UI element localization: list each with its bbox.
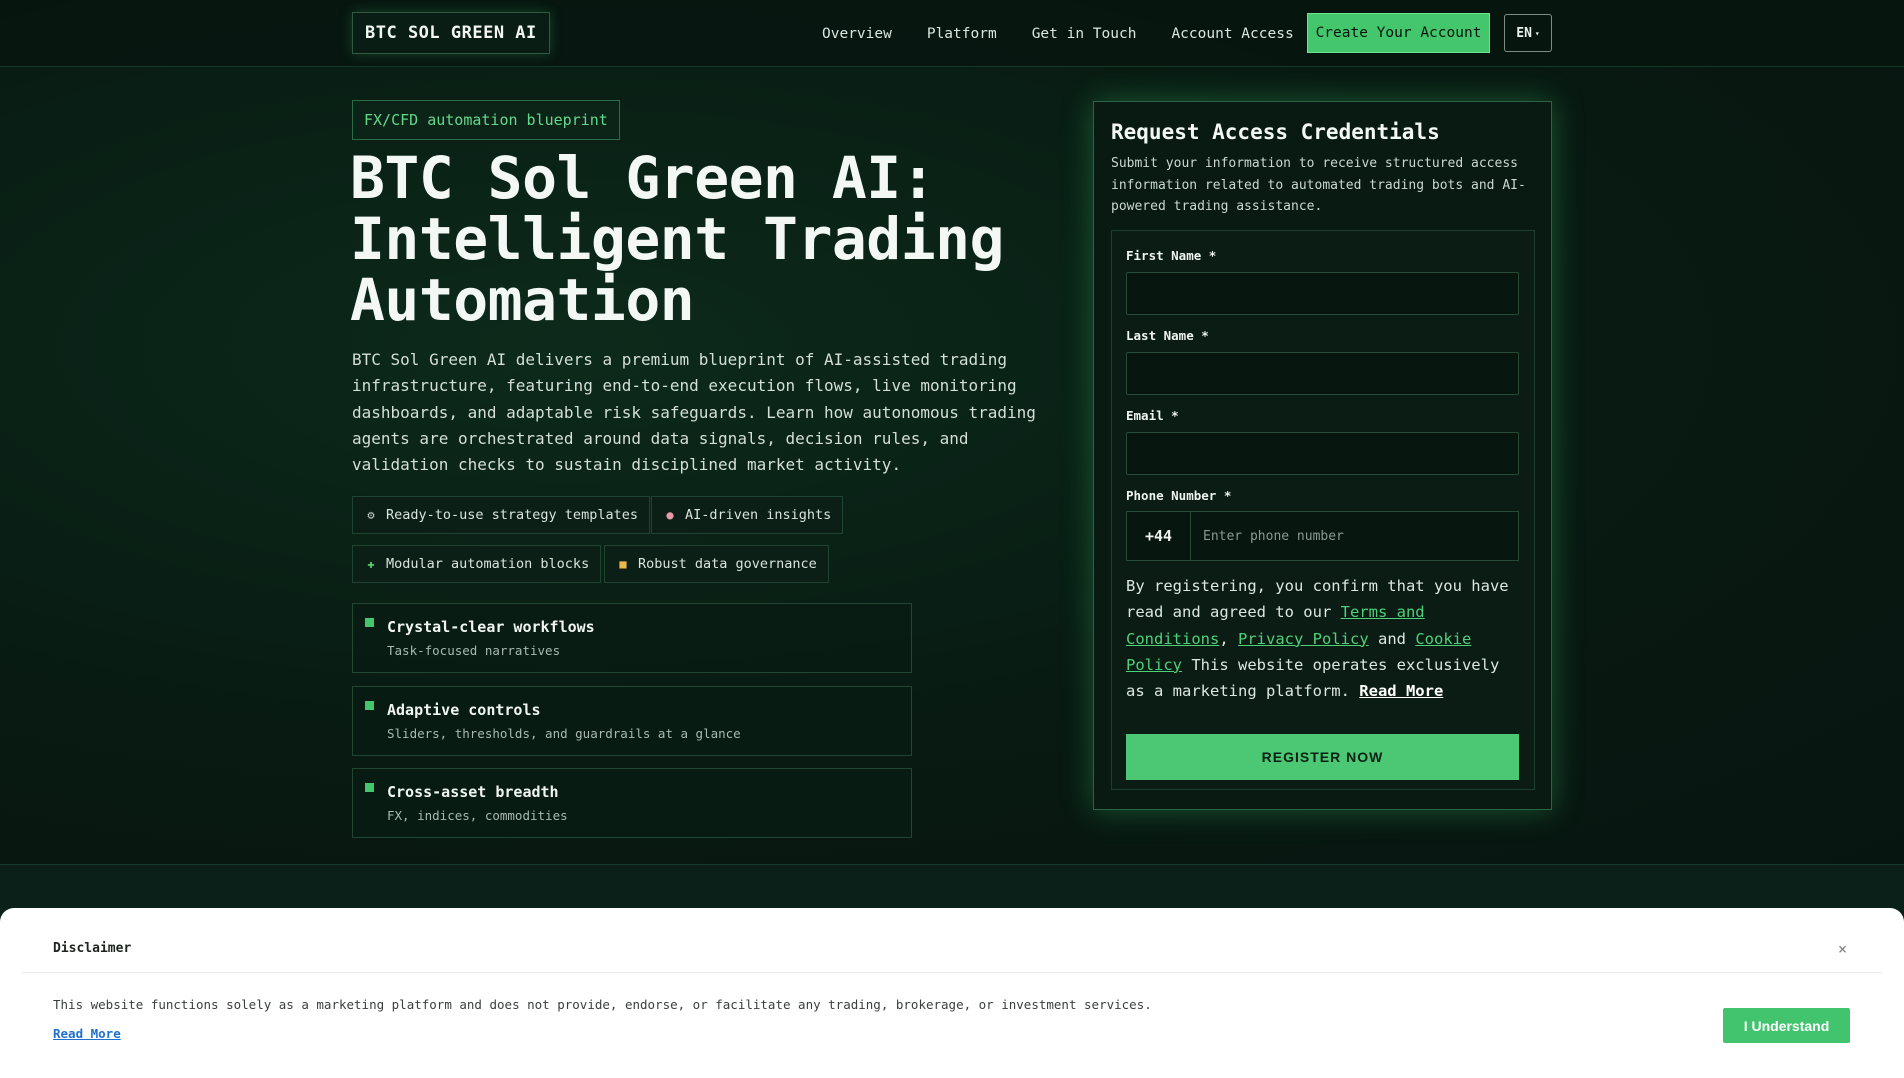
first-name-label: First Name * <box>1126 248 1217 263</box>
create-account-button[interactable]: Create Your Account <box>1307 13 1490 53</box>
chip-data-governance: ■ Robust data governance <box>604 545 829 583</box>
site-logo[interactable]: BTC SOL GREEN AI <box>352 12 550 54</box>
hero-description: BTC Sol Green AI delivers a premium blue… <box>352 350 1036 475</box>
feature-title: Adaptive controls <box>387 701 541 719</box>
hero-title-line: Intelligent Trading <box>350 205 1004 273</box>
phone-field-group: +44 <box>1126 511 1519 561</box>
first-name-field[interactable] <box>1126 272 1519 315</box>
chip-label: AI-driven insights <box>685 507 832 523</box>
chip-label: Modular automation blocks <box>386 556 590 572</box>
chip-ai-insights: ● AI-driven insights <box>651 496 844 534</box>
language-selector[interactable]: EN ▾ <box>1504 14 1552 52</box>
puzzle-icon: ✚ <box>367 557 375 571</box>
chip-label: Ready-to-use strategy templates <box>386 507 638 523</box>
consent-intro: By registering, you confirm that you hav… <box>1126 577 1509 622</box>
hero-title: BTC Sol Green AI: Intelligent Trading Au… <box>350 148 1050 331</box>
nav-overview[interactable]: Overview <box>822 26 892 42</box>
chip-label: Robust data governance <box>638 556 817 572</box>
close-icon[interactable]: × <box>1838 940 1847 958</box>
registration-panel: Request Access Credentials Submit your i… <box>1093 101 1552 810</box>
consent-and: and <box>1368 629 1416 648</box>
lock-icon: ■ <box>619 557 627 571</box>
disclaimer-banner: Disclaimer × This website functions sole… <box>0 908 1904 1078</box>
feature-subtitle: Sliders, thresholds, and guardrails at a… <box>387 726 741 741</box>
feature-card: Adaptive controls Sliders, thresholds, a… <box>352 686 912 756</box>
divider <box>22 972 1882 973</box>
last-name-field[interactable] <box>1126 352 1519 395</box>
chip-automation-blocks: ✚ Modular automation blocks <box>352 545 602 583</box>
disclaimer-title: Disclaimer <box>53 941 132 956</box>
chip-strategy-templates: ⚙ Ready-to-use strategy templates <box>352 496 650 534</box>
hero-badge: FX/CFD automation blueprint <box>352 100 620 140</box>
hero-title-line: BTC Sol Green AI: <box>350 144 936 212</box>
disclaimer-read-more-link[interactable]: Read More <box>53 1026 121 1041</box>
email-field[interactable] <box>1126 432 1519 475</box>
last-name-label: Last Name * <box>1126 328 1209 343</box>
form-subtitle: Submit your information to receive struc… <box>1111 156 1526 214</box>
feature-title: Cross-asset breadth <box>387 783 559 801</box>
language-label: EN <box>1516 25 1532 41</box>
feature-card: Crystal-clear workflows Task-focused nar… <box>352 603 912 673</box>
consent-separator: , <box>1219 629 1238 648</box>
nav-get-in-touch[interactable]: Get in Touch <box>1032 26 1137 42</box>
bullet-square-icon <box>365 618 374 627</box>
bullet-square-icon <box>365 701 374 710</box>
nav-platform[interactable]: Platform <box>927 26 997 42</box>
form-title: Request Access Credentials <box>1111 120 1440 144</box>
phone-country-code[interactable]: +44 <box>1127 512 1191 560</box>
feature-card: Cross-asset breadth FX, indices, commodi… <box>352 768 912 838</box>
nav-account-access[interactable]: Account Access <box>1171 26 1293 42</box>
brain-icon: ● <box>666 508 674 522</box>
registration-form: First Name * Last Name * Email * Phone N… <box>1111 230 1535 790</box>
privacy-policy-link[interactable]: Privacy Policy <box>1238 630 1369 648</box>
register-button[interactable]: REGISTER NOW <box>1126 734 1519 780</box>
email-label: Email * <box>1126 408 1179 423</box>
i-understand-button[interactable]: I Understand <box>1723 1008 1850 1043</box>
read-more-link[interactable]: Read More <box>1359 682 1443 700</box>
phone-number-field[interactable] <box>1191 512 1518 560</box>
main-nav: Overview Platform Get in Touch Account A… <box>822 0 1329 67</box>
disclaimer-text: This website functions solely as a marke… <box>53 997 1152 1012</box>
phone-label: Phone Number * <box>1126 488 1232 503</box>
bullet-square-icon <box>365 783 374 792</box>
feature-title: Crystal-clear workflows <box>387 618 595 636</box>
site-header: BTC SOL GREEN AI Overview Platform Get i… <box>0 0 1904 67</box>
chevron-down-icon: ▾ <box>1534 28 1540 38</box>
consent-text: By registering, you confirm that you hav… <box>1126 573 1522 704</box>
gear-icon: ⚙ <box>367 508 375 522</box>
feature-subtitle: FX, indices, commodities <box>387 808 568 823</box>
feature-subtitle: Task-focused narratives <box>387 643 561 658</box>
hero-title-line: Automation <box>350 266 695 334</box>
